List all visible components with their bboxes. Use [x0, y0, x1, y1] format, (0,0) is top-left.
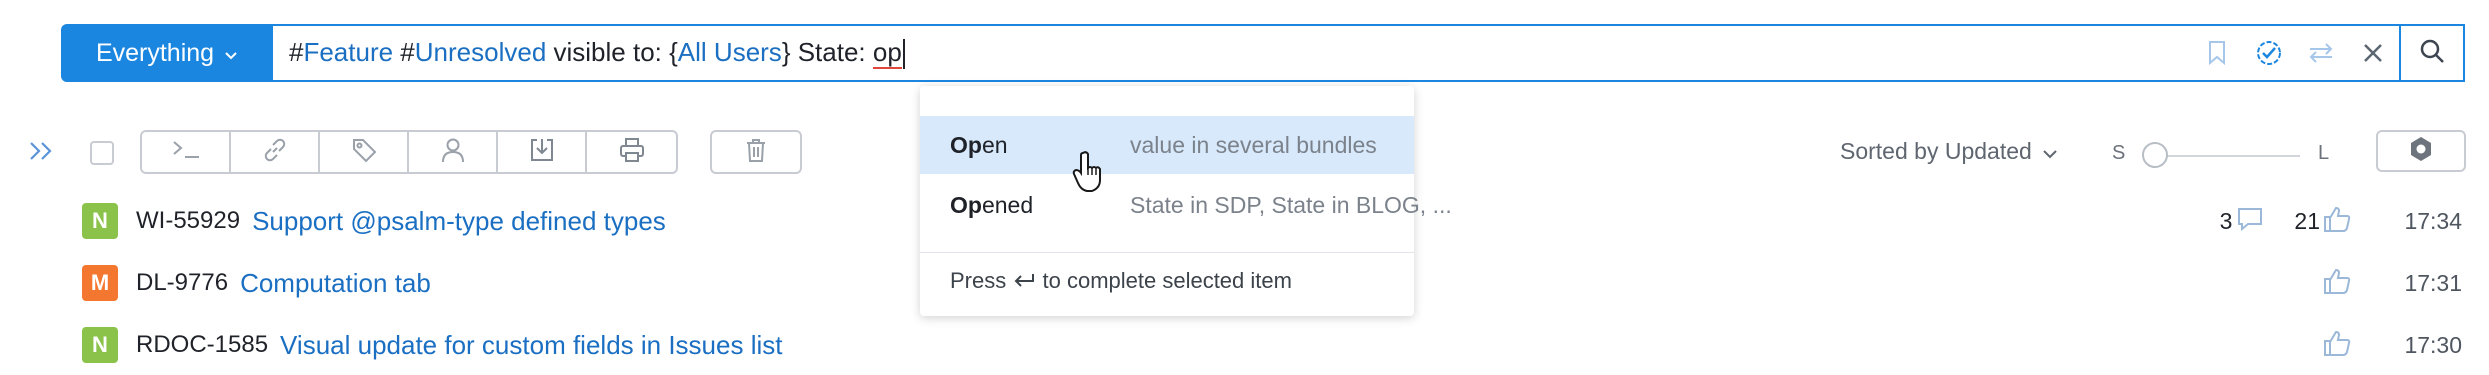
- search-button[interactable]: [2399, 26, 2463, 80]
- import-icon: [528, 136, 556, 169]
- comment-icon[interactable]: [2236, 206, 2264, 237]
- size-slider-track[interactable]: [2150, 155, 2300, 157]
- delete-button[interactable]: [710, 130, 802, 174]
- query-text: #Feature #Unresolved visible to: {All Us…: [273, 36, 905, 70]
- import-button[interactable]: [498, 132, 587, 172]
- command-button[interactable]: [142, 132, 231, 172]
- expand-icon[interactable]: [28, 136, 56, 170]
- size-large-label: L: [2318, 142, 2330, 164]
- popup-divider: [920, 252, 1414, 253]
- suggestion-description: value in several bundles: [1130, 131, 1377, 158]
- priority-badge: M: [82, 265, 118, 301]
- query-actions: [2191, 26, 2463, 80]
- search-bar: Everything #Feature #Unresolved visible …: [61, 24, 2465, 82]
- issue-title-link[interactable]: Support @psalm-type defined types: [252, 206, 666, 237]
- terminal-icon: [171, 139, 201, 166]
- query-text-state: } State:: [781, 36, 873, 67]
- updated-time: 17:31: [2404, 269, 2462, 296]
- settings-icon: [2407, 135, 2435, 168]
- suggestion-label: Opened: [950, 191, 1034, 218]
- swap-icon[interactable]: [2295, 26, 2347, 80]
- completion-hint: Press to complete selected item: [950, 268, 1292, 294]
- bulk-actions-toolbar: [140, 130, 678, 174]
- search-query-input[interactable]: #Feature #Unresolved visible to: {All Us…: [273, 24, 2465, 82]
- query-tag-unresolved[interactable]: Unresolved: [415, 37, 547, 67]
- hand-cursor-icon: [1072, 150, 1106, 199]
- issue-id[interactable]: WI-55929: [136, 207, 240, 235]
- query-tag-feature[interactable]: Feature: [303, 37, 393, 67]
- bookmark-icon[interactable]: [2191, 26, 2243, 80]
- tag-icon: [350, 136, 378, 169]
- sort-dropdown[interactable]: Sorted by Updated: [1840, 138, 2058, 165]
- sort-label: Sorted by Updated: [1840, 138, 2032, 164]
- issue-id[interactable]: RDOC-1585: [136, 331, 268, 359]
- autocomplete-popup: Open value in several bundles Opened Sta…: [920, 86, 1452, 316]
- query-hash-1: #: [289, 36, 304, 67]
- issue-meta: 3 21 17:34: [2220, 201, 2462, 241]
- updated-time: 17:30: [2404, 331, 2462, 358]
- query-typed-text: op: [872, 36, 902, 69]
- select-all-checkbox[interactable]: [90, 141, 114, 165]
- search-icon: [2419, 38, 2445, 69]
- thumbs-up-icon[interactable]: [2322, 267, 2352, 300]
- thumbs-up-icon[interactable]: [2322, 205, 2352, 238]
- chevron-down-icon: [2042, 138, 2058, 165]
- vote-count: 21: [2294, 207, 2320, 234]
- scope-dropdown-button[interactable]: Everything: [61, 24, 273, 82]
- size-slider-handle[interactable]: [2142, 142, 2168, 168]
- thumbs-up-icon[interactable]: [2322, 329, 2352, 362]
- tag-button[interactable]: [320, 132, 409, 172]
- updated-time: 17:34: [2404, 207, 2462, 234]
- comment-count: 3: [2219, 207, 2233, 234]
- suggestion-label: Open: [950, 131, 1008, 158]
- list-settings-button[interactable]: [2376, 130, 2466, 172]
- link-icon: [261, 136, 289, 169]
- print-button[interactable]: [587, 132, 676, 172]
- priority-badge: N: [82, 327, 118, 363]
- priority-badge: N: [82, 203, 118, 239]
- check-badge-icon[interactable]: [2243, 26, 2295, 80]
- suggestion-item-opened[interactable]: Opened State in SDP, State in BLOG, ...: [920, 176, 1452, 234]
- scope-label: Everything: [95, 38, 215, 67]
- size-small-label: S: [2112, 142, 2126, 164]
- assign-button[interactable]: [409, 132, 498, 172]
- issue-id[interactable]: DL-9776: [136, 269, 228, 297]
- suggestion-item-open[interactable]: Open value in several bundles: [920, 116, 1414, 174]
- query-hash-2: #: [393, 36, 415, 67]
- issue-meta: 17:31: [2322, 263, 2462, 303]
- chevron-down-icon: [224, 45, 238, 66]
- issue-title-link[interactable]: Visual update for custom fields in Issue…: [280, 330, 782, 361]
- print-icon: [618, 136, 646, 169]
- close-icon[interactable]: [2347, 26, 2399, 80]
- hint-suffix: to complete selected item: [1042, 268, 1292, 293]
- hint-prefix: Press: [950, 268, 1007, 293]
- text-caret: [902, 39, 905, 70]
- suggestion-description: State in SDP, State in BLOG, ...: [1130, 191, 1452, 218]
- query-text-visible-to: visible to: {: [546, 36, 678, 67]
- enter-key-icon: [1012, 268, 1042, 293]
- issue-title-link[interactable]: Computation tab: [240, 268, 431, 299]
- issue-meta: 17:30: [2322, 325, 2462, 365]
- query-tag-all-users[interactable]: All Users: [678, 37, 782, 67]
- trash-icon: [744, 137, 768, 168]
- user-icon: [439, 136, 467, 169]
- issue-row[interactable]: N RDOC-1585 Visual update for custom fie…: [82, 325, 2462, 365]
- link-button[interactable]: [231, 132, 320, 172]
